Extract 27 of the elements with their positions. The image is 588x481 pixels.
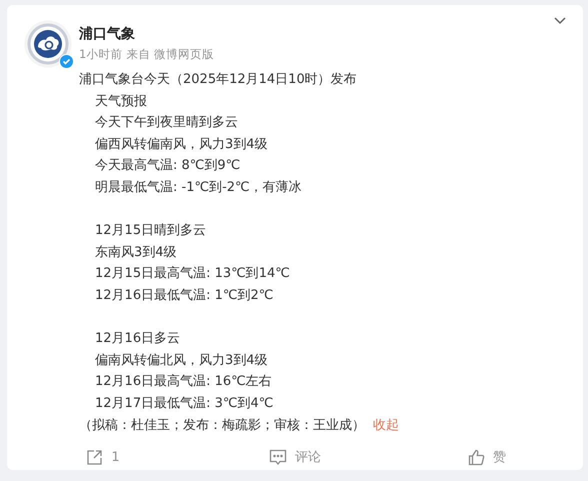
thumbs-up-icon xyxy=(468,448,485,466)
post-text: 偏西风转偏南风，风力3到4级 xyxy=(94,136,269,154)
post-text: 12月16日多云 xyxy=(94,330,182,348)
post-text: 12月16日最低气温: 1℃到2℃ xyxy=(94,286,274,305)
like-button[interactable]: 赞 xyxy=(464,444,510,470)
credit-text: （拟稿：杜佳玉；发布：梅疏影；审核：王业成） xyxy=(79,418,365,432)
avatar-logo[interactable] xyxy=(24,20,72,68)
author-name[interactable]: 浦口气象 xyxy=(79,24,214,44)
post-text: 今天下午到夜里晴到多云 xyxy=(94,114,239,132)
comment-button[interactable]: 评论 xyxy=(265,444,325,470)
chevron-down-icon[interactable] xyxy=(554,17,566,25)
post-source: 来自 微博网页版 xyxy=(126,46,214,62)
post-text: 东南风3到4级 xyxy=(94,244,178,262)
share-icon xyxy=(86,448,104,466)
post-time[interactable]: 1小时前 xyxy=(79,46,122,62)
post-text: 天气预报 xyxy=(94,92,148,111)
post-text: 明晨最低气温: -1℃到-2℃，有薄冰 xyxy=(94,178,303,197)
post-text: 12月16日最高气温: 16℃左右 xyxy=(94,373,273,392)
post-text: 12月15日最高气温: 13℃到14℃ xyxy=(94,265,291,284)
collapse-link[interactable]: 收起 xyxy=(373,418,399,432)
post-text: 偏南风转偏北风，风力3到4级 xyxy=(94,352,269,370)
post-text: 浦口气象台今天（2025年12月14日10时）发布 xyxy=(79,71,358,89)
post-text: 12月15日晴到多云 xyxy=(94,222,208,240)
post-text: 12月17日最低气温: 3℃到4℃ xyxy=(94,394,274,413)
post-text: 今天最高气温: 8℃到9℃ xyxy=(94,157,242,176)
repost-button[interactable]: 1 xyxy=(82,444,124,470)
comment-icon xyxy=(269,448,287,466)
